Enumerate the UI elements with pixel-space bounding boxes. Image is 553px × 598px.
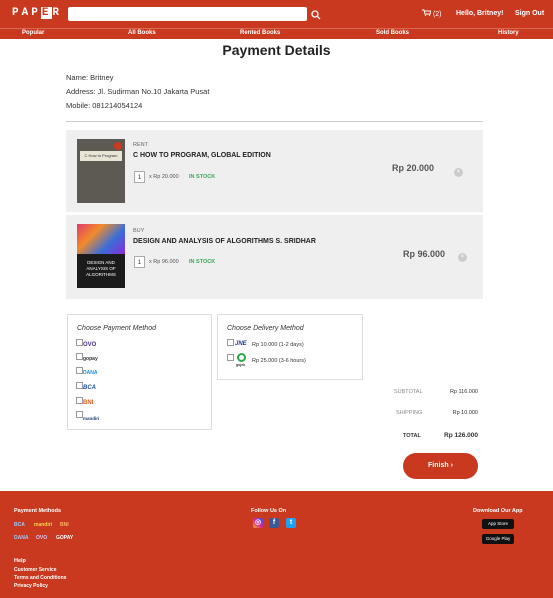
jne-logo: JNE — [235, 341, 247, 347]
item-title: C HOW TO PROGRAM, GLOBAL EDITION — [133, 152, 271, 159]
bca-logo: BCA — [83, 385, 96, 391]
logo[interactable]: PAPER — [12, 7, 62, 19]
footer-bni-logo: BNI — [60, 522, 69, 528]
subtotal-value: Rp 116.000 — [449, 389, 478, 395]
total-value: Rp 126.000 — [444, 432, 478, 439]
terms-link[interactable]: Terms and Conditions — [14, 575, 66, 581]
instagram-icon[interactable]: ◎ — [253, 518, 263, 528]
item-price: Rp 20.000 — [392, 163, 435, 173]
book-cover: C How to Program — [77, 139, 125, 203]
search-input[interactable] — [68, 7, 307, 21]
search-icon[interactable] — [310, 8, 322, 20]
item-title: DESIGN AND ANALYSIS OF ALGORITHMS S. SRI… — [133, 238, 316, 245]
footer-mandiri-logo: mandiri — [34, 522, 53, 528]
user-greeting[interactable]: Hello, Britney! — [456, 10, 503, 17]
sign-out-link[interactable]: Sign Out — [515, 10, 544, 17]
gojek-logo: gojek — [236, 363, 246, 367]
payment-checkbox-dana[interactable] — [76, 367, 83, 374]
nav-rented-books[interactable]: Rented Books — [240, 30, 280, 36]
customer-address: Address: Jl. Sudirman No.10 Jakarta Pusa… — [66, 87, 210, 96]
payment-method-panel: Choose Payment Method OVO gopay DANA BCA… — [67, 314, 212, 430]
quantity-field[interactable]: 1 — [134, 171, 145, 183]
ovo-logo: OVO — [83, 342, 97, 348]
divider — [66, 121, 483, 122]
payment-checkbox-gopay[interactable] — [76, 353, 83, 360]
finish-button[interactable]: Finish › — [403, 453, 478, 479]
delivery-option-text: Rp 10.000 (1-2 days) — [252, 342, 304, 348]
delivery-method-title: Choose Delivery Method — [227, 325, 304, 332]
chevron-right-icon: › — [450, 462, 453, 469]
customer-service-link[interactable]: Customer Service — [14, 567, 57, 573]
payment-checkbox-mandiri[interactable] — [76, 411, 83, 418]
remove-icon[interactable]: × — [454, 168, 463, 177]
nav-sold-books[interactable]: Sold Books — [376, 30, 409, 36]
cart-item: C How to Program RENT C HOW TO PROGRAM, … — [66, 130, 483, 212]
gopay-logo: gopay — [83, 356, 98, 362]
customer-name: Name: Britney — [66, 73, 114, 82]
unit-price: x Rp 96.000 — [149, 259, 179, 265]
unit-price: x Rp 20.000 — [149, 174, 179, 180]
mandiri-logo: mandiri — [83, 416, 100, 421]
page-title: Payment Details — [222, 42, 331, 58]
dana-logo: DANA — [83, 370, 98, 376]
footer-dana-logo: DANA — [14, 535, 29, 541]
quantity-field[interactable]: 1 — [134, 256, 145, 268]
app-store-badge[interactable]: App Store — [482, 519, 514, 529]
nav-all-books[interactable]: All Books — [128, 30, 156, 36]
google-play-badge[interactable]: Google Play — [482, 534, 514, 544]
cart-icon — [422, 9, 432, 16]
delivery-option-text: Rp 25.000 (3-6 hours) — [252, 358, 306, 364]
category-nav: Popular All Books Rented Books Sold Book… — [0, 28, 553, 39]
delivery-method-panel: Choose Delivery Method JNE Rp 10.000 (1-… — [217, 314, 363, 380]
stock-status: IN STOCK — [189, 174, 216, 180]
privacy-policy-link[interactable]: Privacy Policy — [14, 583, 48, 589]
download-app-heading: Download Our App — [473, 508, 523, 514]
payment-method-title: Choose Payment Method — [77, 325, 156, 332]
gojek-icon — [237, 353, 246, 362]
item-price: Rp 96.000 — [403, 249, 446, 259]
finish-label: Finish — [428, 462, 449, 469]
delivery-checkbox-jne[interactable] — [227, 339, 234, 346]
nav-popular[interactable]: Popular — [22, 30, 44, 36]
cart-item: DESIGN AND ANALYSIS OF ALGORITHMS BUY DE… — [66, 215, 483, 299]
nav-history[interactable]: History — [498, 30, 519, 36]
customer-mobile: Mobile: 081214054124 — [66, 101, 143, 110]
footer: Payment Methods BCA mandiri BNI DANA OVO… — [0, 491, 553, 598]
remove-icon[interactable]: × — [458, 253, 467, 262]
help-heading: Help — [14, 558, 26, 564]
payment-checkbox-bni[interactable] — [76, 397, 83, 404]
book-cover: DESIGN AND ANALYSIS OF ALGORITHMS — [77, 224, 125, 288]
footer-gopay-logo: GOPAY — [56, 535, 74, 541]
item-type: RENT — [133, 142, 148, 148]
item-type: BUY — [133, 228, 145, 234]
shipping-value: Rp 10.000 — [452, 410, 478, 416]
payment-methods-heading: Payment Methods — [14, 508, 62, 514]
bni-logo: BNI — [83, 400, 94, 406]
payment-checkbox-bca[interactable] — [76, 382, 83, 389]
cart-button[interactable]: (2) — [422, 9, 442, 18]
cart-count: (2) — [432, 11, 442, 18]
facebook-icon[interactable]: f — [269, 518, 279, 528]
follow-us-heading: Follow Us On — [251, 508, 287, 514]
payment-checkbox-ovo[interactable] — [76, 339, 83, 346]
twitter-icon[interactable]: t — [286, 518, 296, 528]
delivery-checkbox-gojek[interactable] — [227, 354, 234, 361]
footer-bca-logo: BCA — [14, 522, 25, 528]
footer-ovo-logo: OVO — [36, 535, 48, 541]
stock-status: IN STOCK — [189, 259, 216, 265]
